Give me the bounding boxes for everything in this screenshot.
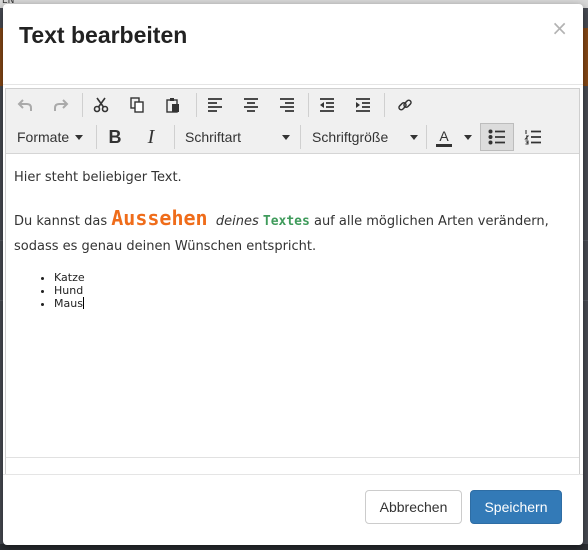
dialog-header: Text bearbeiten × xyxy=(3,4,583,85)
paste-icon[interactable] xyxy=(158,91,188,119)
bold-button[interactable]: B xyxy=(100,123,130,151)
italic-word: deines xyxy=(215,214,259,229)
italic-icon: I xyxy=(147,125,155,148)
numbered-list-button[interactable] xyxy=(518,123,548,151)
dialog-footer: Abbrechen Speichern xyxy=(3,474,583,545)
dialog-title: Text bearbeiten xyxy=(19,22,188,48)
cut-icon[interactable] xyxy=(86,91,116,119)
font-family-dropdown[interactable]: Schriftart xyxy=(185,123,290,151)
outdent-icon[interactable] xyxy=(312,91,342,119)
toolbar-separator xyxy=(426,125,427,149)
align-right-icon[interactable] xyxy=(272,91,302,119)
editor-statusbar xyxy=(6,457,579,474)
rich-text-editor: Formate B I Schriftart Schriftgröße A Hi… xyxy=(5,88,580,475)
list-item: Hund xyxy=(54,284,85,297)
toolbar-row-1 xyxy=(6,89,579,121)
chevron-down-icon xyxy=(75,134,84,140)
chevron-down-icon xyxy=(464,134,472,140)
italic-button[interactable]: I xyxy=(136,123,166,151)
list-item: Maus xyxy=(54,297,85,310)
font-size-label: Schriftgröße xyxy=(312,129,389,145)
green-styled-word: Textes xyxy=(262,214,310,229)
align-center-icon[interactable] xyxy=(236,91,266,119)
text-run: Du kannst das xyxy=(14,214,112,229)
redo-icon[interactable] xyxy=(46,91,76,119)
orange-styled-word: Aussehen xyxy=(111,206,208,230)
toolbar-separator xyxy=(196,93,197,117)
undo-icon[interactable] xyxy=(10,91,40,119)
text-color-icon: A xyxy=(436,128,452,147)
link-icon[interactable] xyxy=(390,91,420,119)
bullet-list-button[interactable] xyxy=(480,123,514,151)
toolbar-separator xyxy=(300,125,301,149)
toolbar-separator xyxy=(174,125,175,149)
formats-label: Formate xyxy=(17,129,70,145)
font-family-label: Schriftart xyxy=(185,129,242,145)
text-cursor xyxy=(82,297,84,309)
cancel-button[interactable]: Abbrechen xyxy=(365,490,462,524)
copy-icon[interactable] xyxy=(122,91,152,119)
content-paragraph-2: Du kannst das Aussehen deines Textes auf… xyxy=(14,206,564,259)
text-color-dropdown[interactable]: A xyxy=(436,123,472,151)
formats-dropdown[interactable]: Formate xyxy=(17,123,84,151)
chevron-down-icon xyxy=(410,134,418,140)
list-item-text: Maus xyxy=(54,297,83,310)
chevron-down-icon xyxy=(282,134,290,140)
toolbar-separator xyxy=(82,93,83,117)
indent-icon[interactable] xyxy=(348,91,378,119)
edit-text-dialog: Text bearbeiten × Formate B I Schriftart… xyxy=(3,4,583,545)
align-left-icon[interactable] xyxy=(200,91,230,119)
content-line-1: Hier steht beliebiger Text. xyxy=(14,170,182,185)
toolbar-separator xyxy=(384,93,385,117)
list-item: Katze xyxy=(54,271,85,284)
bold-icon: B xyxy=(108,126,122,147)
close-button[interactable]: × xyxy=(551,16,568,40)
toolbar-separator xyxy=(308,93,309,117)
toolbar-row-2: Formate B I Schriftart Schriftgröße A xyxy=(6,121,579,153)
toolbar-separator xyxy=(96,125,97,149)
font-size-dropdown[interactable]: Schriftgröße xyxy=(312,123,418,151)
editor-content[interactable]: Hier steht beliebiger Text. Du kannst da… xyxy=(6,154,579,454)
save-button[interactable]: Speichern xyxy=(470,490,562,524)
bullet-list: Katze Hund Maus xyxy=(14,271,85,310)
editor-toolbar: Formate B I Schriftart Schriftgröße A xyxy=(6,89,579,154)
